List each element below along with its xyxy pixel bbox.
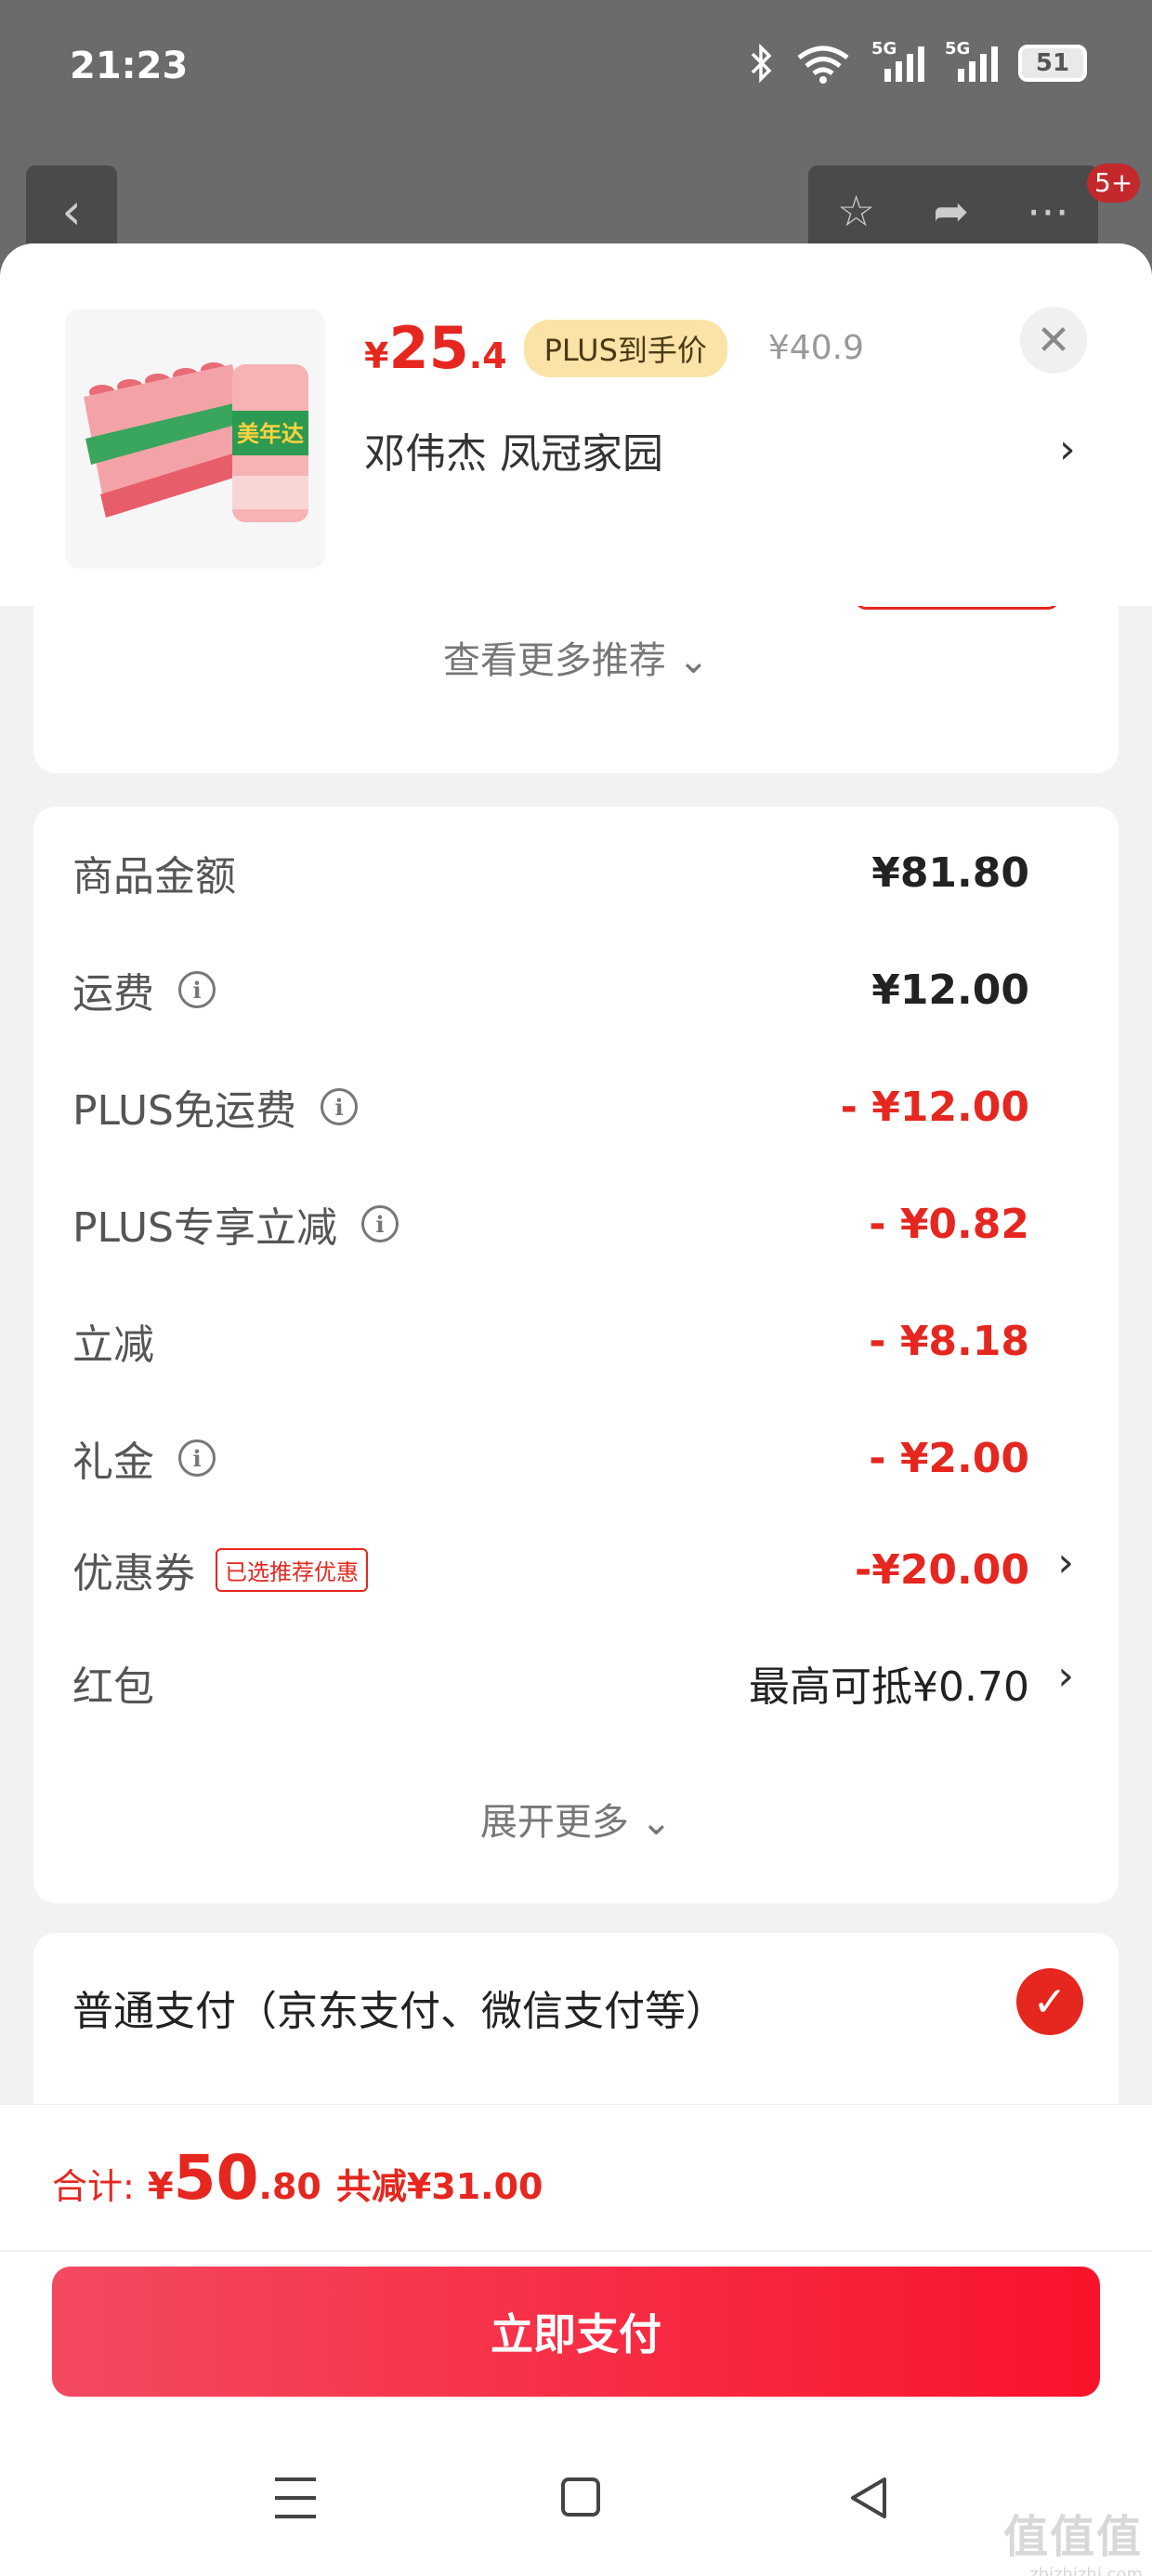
more-icon[interactable]: ⋯ [1027,186,1069,236]
pay-now-button[interactable]: 立即支付 [52,2267,1100,2397]
total-currency: ¥ [147,2165,174,2208]
fee-value: ¥81.80 [871,848,1029,897]
fee-breakdown-card: 商品金额 ¥81.80 运费 i ¥12.00 PLUS免运费 i - ¥12.00… [33,807,1119,1903]
fee-label: 立减 [72,1321,154,1369]
plus-price-tag: PLUS到手价 [523,319,727,377]
fee-label: PLUS专享立减 [72,1204,337,1252]
fee-row-coupon[interactable]: 优惠券 已选推荐优惠 -¥20.00 [72,1537,1029,1602]
system-nav-bar [0,2435,1152,2576]
chevron-right-icon[interactable]: › [1057,1539,1074,1586]
fee-row-red-packet[interactable]: 红包 最高可抵¥0.70 [72,1650,1029,1715]
fee-value: 最高可抵¥0.70 [749,1663,1029,1711]
fee-value: - ¥8.18 [869,1317,1029,1365]
status-icons: 5G 5G 51 [749,39,1087,84]
total-summary: 合计: ¥ 50 .80 共减¥31.00 [52,2142,543,2214]
home-icon[interactable] [561,2477,600,2517]
selected-variant[interactable]: 邓伟杰 凤冠家园 [364,420,663,480]
close-icon[interactable]: ✕ [1020,307,1087,374]
cellular-signal-2-icon: 5G [945,39,998,82]
total-saved: 共减¥31.00 [335,2166,543,2207]
checkmark-icon[interactable]: ✓ [1016,1968,1083,2035]
product-image: 美年达 [65,309,325,569]
svg-text:美年达: 美年达 [237,421,304,447]
fee-row-shipping: 运费 i ¥12.00 [72,957,1029,1022]
price-decimal: .4 [468,335,507,376]
soda-pack-image: 美年达 [84,362,308,522]
fee-value: - ¥12.00 [840,1083,1029,1131]
fee-value: ¥12.00 [871,966,1029,1014]
fee-row-gift-money: 礼金 i - ¥2.00 [72,1426,1029,1491]
fee-label: 运费 [72,970,154,1018]
info-icon[interactable]: i [321,1088,358,1125]
watermark-url: zhizhizhi.com [1029,2565,1143,2576]
coupon-selected-tag: 已选推荐优惠 [216,1547,368,1592]
fee-row-plus-free-shipping: PLUS免运费 i - ¥12.00 [72,1074,1029,1139]
total-label: 合计: [52,2166,135,2207]
status-time: 21:23 [70,45,189,87]
fee-label: PLUS免运费 [72,1087,296,1135]
wifi-icon [797,46,849,84]
star-icon[interactable]: ☆ [837,186,875,236]
info-icon[interactable]: i [178,971,216,1008]
fee-row-goods: 商品金额 ¥81.80 [72,840,1029,905]
info-icon[interactable]: i [361,1205,399,1242]
product-header: 美年达 ¥ 25 .4 PLUS到手价 ¥40.9 ✕ 邓伟杰 凤冠家园 › [0,243,1152,606]
fee-row-instant-discount: 立减 - ¥8.18 [72,1308,1029,1373]
menu-icon[interactable] [275,2477,316,2518]
share-icon[interactable]: ➦ [933,186,969,236]
battery-icon: 51 [1018,45,1087,82]
bluetooth-icon [751,43,772,84]
fee-value: - ¥0.82 [869,1200,1029,1248]
chevron-right-icon[interactable]: › [1059,426,1076,473]
price-integer: 25 [388,314,469,382]
cellular-signal-1-icon: 5G [871,39,924,82]
fee-label: 礼金 [72,1439,154,1486]
see-more-recommend-link[interactable]: 查看更多推荐 ⌄ [33,630,1119,684]
divider [0,2250,1152,2252]
back-triangle-icon[interactable] [842,2470,897,2526]
status-bar: 21:23 5G 5G 51 [0,0,1152,139]
info-icon[interactable]: i [178,1439,216,1477]
price-row: ¥ 25 .4 PLUS到手价 ¥40.9 [364,314,864,382]
fee-label: 红包 [72,1663,154,1711]
fee-value: -¥20.00 [854,1545,1029,1594]
original-price: ¥40.9 [767,329,864,367]
fee-label: 商品金额 [72,853,236,900]
chevron-right-icon[interactable]: › [1057,1652,1074,1700]
price-currency: ¥ [364,335,389,376]
fee-label: 优惠券 [72,1550,195,1597]
expand-more-link[interactable]: 展开更多 ⌄ [33,1792,1119,1846]
fee-row-plus-discount: PLUS专享立减 i - ¥0.82 [72,1191,1029,1256]
fee-value: - ¥2.00 [869,1434,1029,1482]
watermark-logo: 值值值 [1002,2511,1143,2563]
total-decimal: .80 [258,2166,321,2207]
watermark: 值值值 zhizhizhi.com [1003,2500,1143,2576]
payment-option-label[interactable]: 普通支付（京东支付、微信支付等） [72,1978,727,2037]
total-integer: 50 [173,2142,259,2214]
notification-badge: 5+ [1087,164,1141,203]
